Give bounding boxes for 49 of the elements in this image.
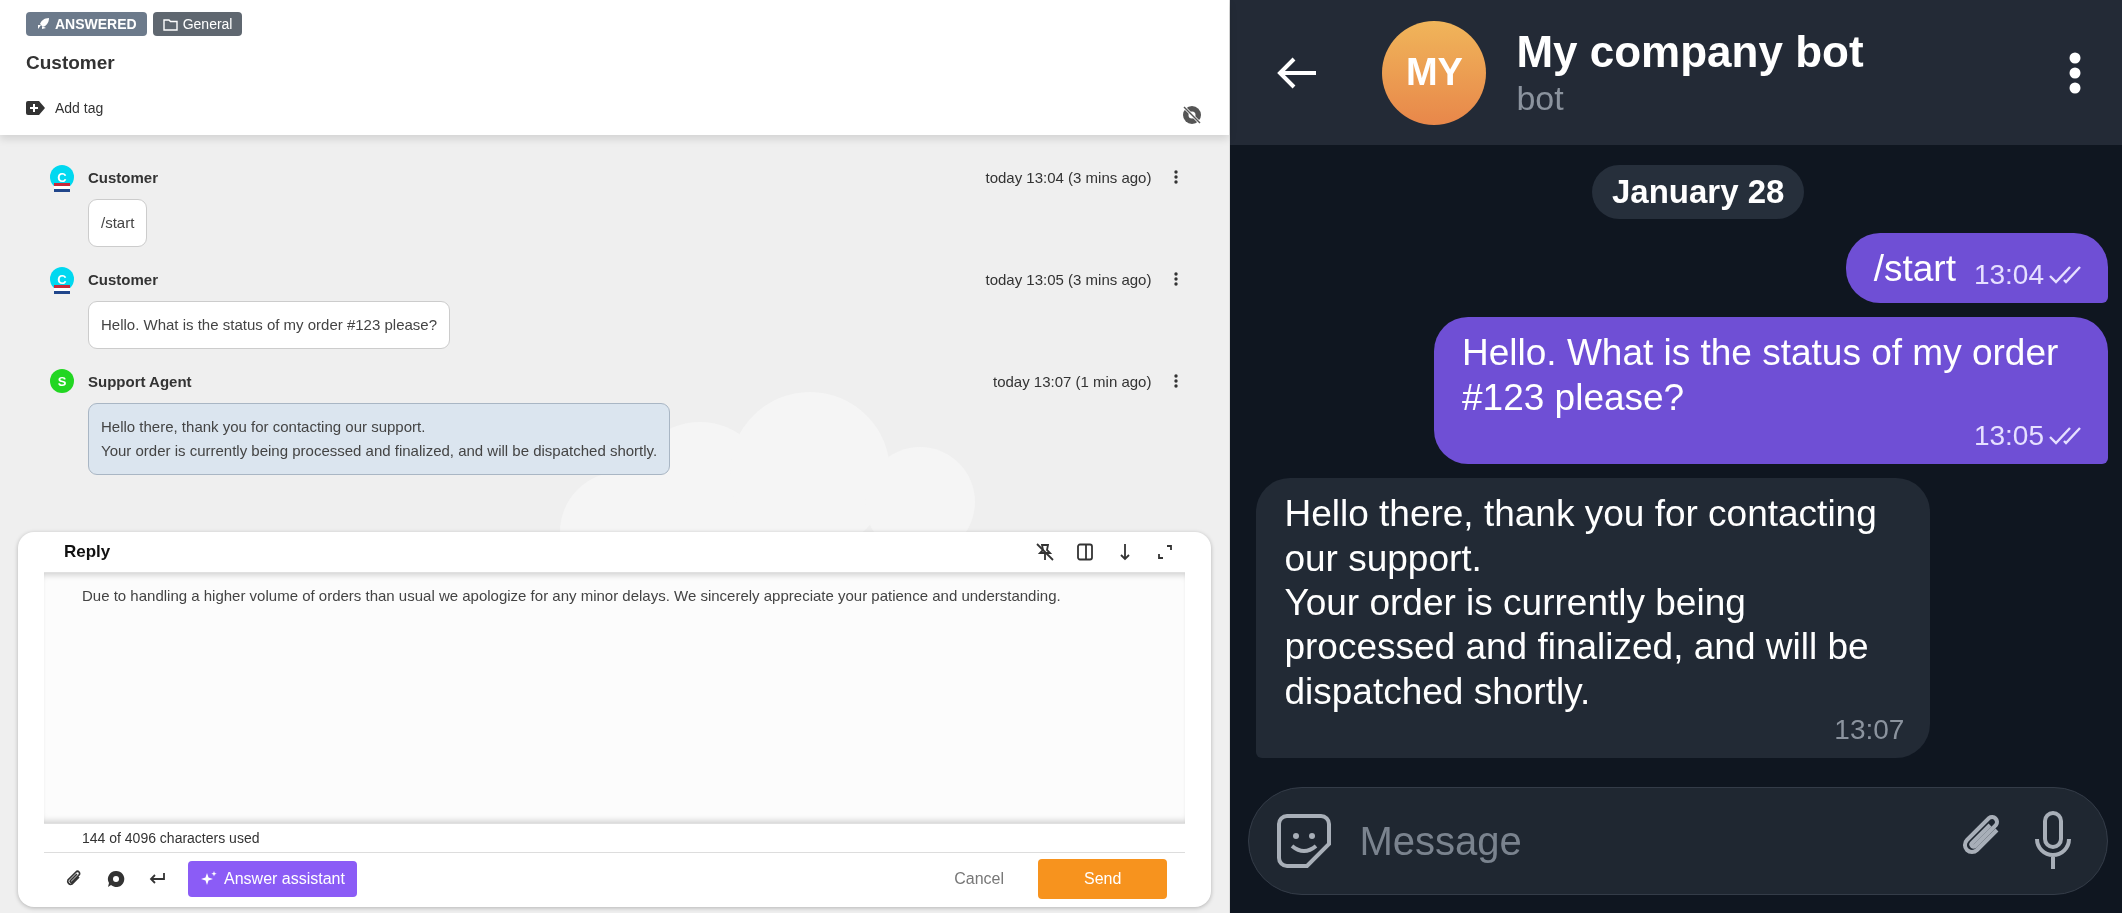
- folder-icon: [162, 17, 178, 31]
- reply-field[interactable]: Due to handling a higher volume of orders than usual we apologize for any minor delays. We sincerely appreciate your patience and understanding.: [44, 572, 1186, 824]
- message-time: 13:05: [1973, 420, 2044, 453]
- character-counter: 144 of 4096 characters used: [44, 824, 1186, 853]
- sender-name: Support Agent: [88, 372, 192, 390]
- chat-title: My company bot: [1516, 27, 1865, 77]
- rocket-icon: [36, 17, 50, 31]
- bot-avatar: MY: [1382, 20, 1487, 125]
- avatar: S: [50, 369, 74, 393]
- reply-editor[interactable]: [18, 532, 1212, 907]
- more-icon[interactable]: [1173, 271, 1180, 287]
- date-pill: January 28: [1592, 165, 1805, 219]
- flag-icon: [54, 285, 70, 294]
- microphone-icon[interactable]: [2033, 811, 2073, 871]
- reply-title: Reply: [64, 542, 111, 562]
- sticker-icon[interactable]: [1275, 812, 1334, 870]
- message-input[interactable]: Message: [1357, 817, 1935, 865]
- chat-subtitle: bot: [1516, 79, 1565, 118]
- answer-assistant-button[interactable]: Answer assistant: [188, 861, 357, 897]
- add-tag-button[interactable]: Add tag: [26, 100, 104, 116]
- return-icon[interactable]: [148, 872, 166, 886]
- message-time: today 13:05 (3 mins ago): [985, 270, 1152, 288]
- back-arrow-icon[interactable]: [1276, 55, 1319, 90]
- flag-icon: [54, 183, 70, 192]
- more-icon[interactable]: [1173, 373, 1180, 389]
- side-panel-icon[interactable]: [1075, 542, 1096, 562]
- status-tag[interactable]: ANSWERED: [26, 12, 147, 36]
- chat-bubble-icon[interactable]: [106, 869, 126, 889]
- message-time: today 13:07 (1 min ago): [993, 372, 1152, 390]
- tag-plus-icon: [26, 101, 45, 115]
- ticket-title: Customer: [26, 52, 116, 74]
- eye-off-icon[interactable]: [1181, 104, 1204, 126]
- message-time: 13:04: [1973, 259, 2044, 292]
- folder-tag[interactable]: General: [152, 12, 243, 36]
- sender-name: Customer: [88, 168, 158, 186]
- message-time: today 13:04 (3 mins ago): [985, 168, 1152, 186]
- menu-icon[interactable]: [2068, 50, 2082, 95]
- more-icon[interactable]: [1173, 169, 1180, 185]
- message-text: Hello. What is the status of my order #123 please?: [1462, 331, 2060, 420]
- message-bubble: Hello. What is the status of my order #123 please?: [88, 301, 450, 349]
- pin-off-icon[interactable]: [1035, 542, 1056, 562]
- message-text: /start: [1873, 247, 1956, 291]
- message-text: Hello there, thank you for contacting our support. Your order is currently being processed and finalized, and will be dispatched shortly.: [1284, 492, 1878, 714]
- sender-name: Customer: [88, 270, 158, 288]
- message-bubble: /start: [88, 199, 148, 247]
- message-bubble: Hello there, thank you for contacting our support. Your order is currently being processed and finalized, and will be dispatched shortly.: [88, 403, 671, 475]
- message-field[interactable]: Message: [1248, 787, 2108, 895]
- cancel-button[interactable]: Cancel: [948, 869, 1011, 889]
- message-time: 13:07: [1834, 714, 1905, 747]
